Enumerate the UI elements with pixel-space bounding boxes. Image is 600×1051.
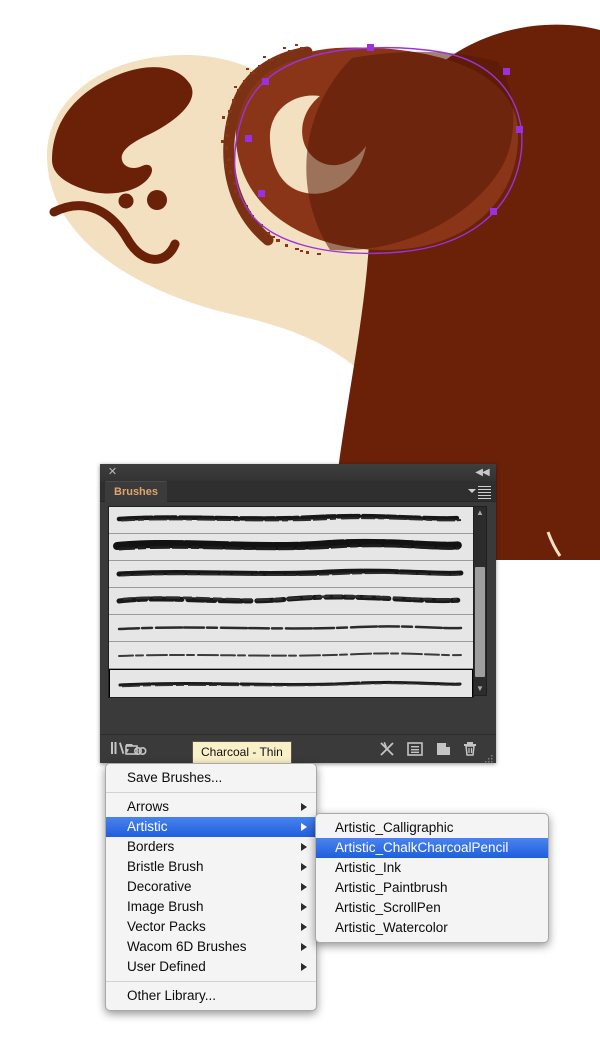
panel-menu-icon[interactable] [469, 485, 491, 498]
submenu-item-label: Artistic_Calligraphic [335, 820, 454, 835]
menu-item-user-defined[interactable]: User Defined [106, 957, 316, 977]
submenu-arrow-icon [301, 843, 307, 851]
nose-dot-mid [119, 194, 134, 209]
submenu-arrow-icon [301, 863, 307, 871]
menu-item-wacom-6d-brushes[interactable]: Wacom 6D Brushes [106, 937, 316, 957]
new-brush-icon[interactable] [434, 740, 452, 758]
collapse-panel-icon[interactable]: ◀◀ [474, 466, 490, 479]
menu-separator [106, 792, 316, 793]
menu-item-label: Bristle Brush [127, 859, 204, 874]
menu-item-image-brush[interactable]: Image Brush [106, 897, 316, 917]
submenu-item-label: Artistic_Ink [335, 860, 401, 875]
panel-tabbar: Brushes [100, 481, 496, 502]
submenu-item-artistic-paintbrush[interactable]: Artistic_Paintbrush [316, 878, 548, 898]
submenu-item-label: Artistic_Watercolor [335, 920, 448, 935]
menu-item-label: Borders [127, 839, 174, 854]
nose-dot-large [131, 169, 145, 183]
close-icon[interactable]: ✕ [107, 467, 118, 478]
submenu-item-artistic-ink[interactable]: Artistic_Ink [316, 858, 548, 878]
brush-stroke-item[interactable] [109, 561, 473, 588]
menu-item-vector-packs[interactable]: Vector Packs [106, 917, 316, 937]
submenu-arrow-icon [301, 903, 307, 911]
menu-item-arrows[interactable]: Arrows [106, 797, 316, 817]
submenu-arrow-icon [301, 803, 307, 811]
brush-libraries-context-menu[interactable]: Save Brushes... Arrows Artistic Borders … [105, 763, 317, 1011]
submenu-item-artistic-calligraphic[interactable]: Artistic_Calligraphic [316, 818, 548, 838]
submenu-item-label: Artistic_ChalkCharcoalPencil [335, 840, 508, 855]
brush-stroke-item-selected[interactable] [109, 669, 473, 698]
tab-brushes[interactable]: Brushes [105, 481, 167, 502]
menu-item-label: Decorative [127, 879, 192, 894]
submenu-item-artistic-chalkcharcoalpencil[interactable]: Artistic_ChalkCharcoalPencil [316, 838, 548, 858]
submenu-item-artistic-watercolor[interactable]: Artistic_Watercolor [316, 918, 548, 938]
nose-dot-small [147, 190, 167, 210]
brush-list-scrollbar[interactable]: ▲ ▼ [473, 506, 487, 696]
brush-stroke-item[interactable] [109, 534, 473, 561]
menu-item-artistic[interactable]: Artistic [106, 817, 316, 837]
menu-item-label: Vector Packs [127, 919, 206, 934]
menu-item-label: User Defined [127, 959, 206, 974]
menu-separator [106, 981, 316, 982]
brush-stroke-item[interactable] [109, 642, 473, 669]
artistic-submenu[interactable]: Artistic_Calligraphic Artistic_ChalkChar… [315, 813, 549, 943]
brush-stroke-item[interactable] [109, 588, 473, 615]
submenu-arrow-icon [301, 823, 307, 831]
menu-item-label: Wacom 6D Brushes [127, 939, 247, 954]
menu-item-save-brushes[interactable]: Save Brushes... [106, 768, 316, 788]
submenu-arrow-icon [301, 963, 307, 971]
panel-footer-toolbar [100, 734, 496, 763]
brush-stroke-item[interactable] [109, 615, 473, 642]
delete-brush-icon[interactable] [461, 740, 479, 758]
menu-item-label: Other Library... [127, 988, 216, 1003]
menu-item-label: Arrows [127, 799, 169, 814]
menu-item-label: Save Brushes... [127, 770, 222, 785]
menu-item-borders[interactable]: Borders [106, 837, 316, 857]
submenu-arrow-icon [301, 923, 307, 931]
brush-tooltip: Charcoal - Thin [192, 741, 292, 764]
menu-item-label: Image Brush [127, 899, 204, 914]
submenu-arrow-icon [301, 883, 307, 891]
panel-titlebar[interactable]: ✕ ◀◀ [100, 464, 496, 482]
scrollbar-thumb[interactable] [475, 567, 485, 677]
scroll-down-icon[interactable]: ▼ [474, 683, 486, 695]
brush-stroke-item[interactable] [109, 507, 473, 534]
submenu-arrow-icon [301, 943, 307, 951]
libraries-panel-icon[interactable] [124, 740, 150, 758]
menu-item-decorative[interactable]: Decorative [106, 877, 316, 897]
menu-item-other-library[interactable]: Other Library... [106, 986, 316, 1006]
submenu-item-label: Artistic_ScrollPen [335, 900, 441, 915]
brushes-panel[interactable]: ✕ ◀◀ Brushes [100, 464, 496, 763]
submenu-item-label: Artistic_Paintbrush [335, 880, 448, 895]
panel-resize-grip[interactable] [484, 751, 494, 761]
brush-options-icon[interactable] [406, 740, 424, 758]
scroll-up-icon[interactable]: ▲ [474, 507, 486, 519]
remove-brush-stroke-icon[interactable] [378, 740, 396, 758]
menu-item-bristle-brush[interactable]: Bristle Brush [106, 857, 316, 877]
menu-item-label: Artistic [127, 819, 168, 834]
brush-stroke-list[interactable] [108, 506, 474, 698]
submenu-item-artistic-scrollpen[interactable]: Artistic_ScrollPen [316, 898, 548, 918]
